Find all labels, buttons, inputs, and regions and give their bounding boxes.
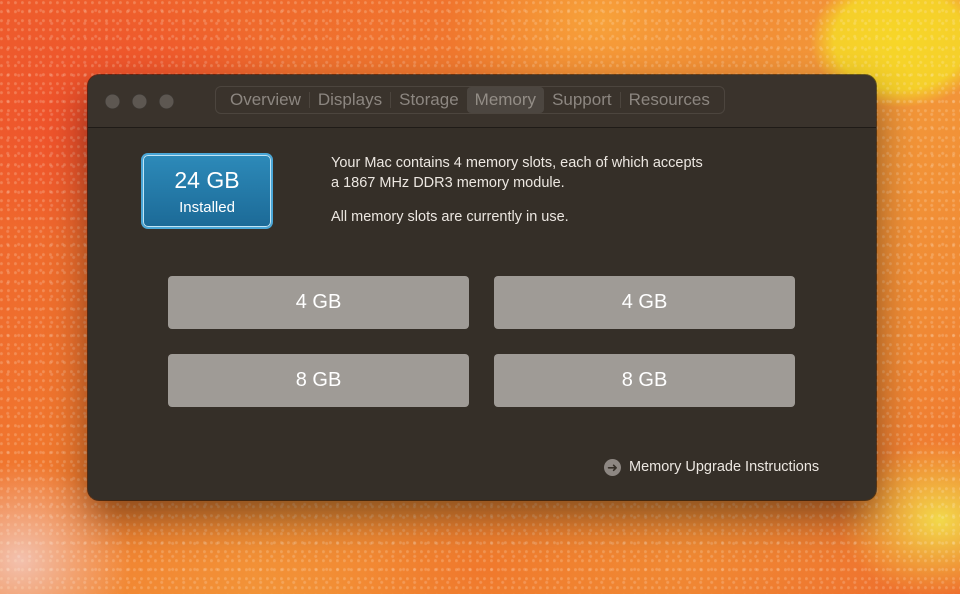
- tab-bar: Overview Displays Storage Memory Support…: [215, 86, 725, 114]
- window-titlebar: Overview Displays Storage Memory Support…: [88, 75, 876, 128]
- tab-overview[interactable]: Overview: [222, 87, 309, 113]
- tab-support[interactable]: Support: [544, 87, 620, 113]
- installed-memory-label: Installed: [179, 199, 235, 216]
- about-this-mac-window: Overview Displays Storage Memory Support…: [88, 75, 876, 500]
- memory-upgrade-link[interactable]: ➜ Memory Upgrade Instructions: [604, 456, 819, 478]
- memory-slot-2: 4 GB: [494, 276, 795, 329]
- memory-status-text: All memory slots are currently in use.: [331, 209, 569, 225]
- memory-upgrade-label[interactable]: Memory Upgrade Instructions: [629, 459, 819, 475]
- installed-memory-size: 24 GB: [174, 167, 240, 193]
- minimize-button[interactable]: [132, 94, 147, 109]
- memory-slot-4: 8 GB: [494, 354, 795, 407]
- zoom-button[interactable]: [159, 94, 174, 109]
- desktop-wallpaper: Overview Displays Storage Memory Support…: [0, 0, 960, 594]
- memory-description-line-1: Your Mac contains 4 memory slots, each o…: [331, 155, 703, 171]
- memory-slot-1: 4 GB: [168, 276, 469, 329]
- memory-description-line-2: a 1867 MHz DDR3 memory module.: [331, 175, 565, 191]
- tab-memory[interactable]: Memory: [466, 87, 545, 113]
- installed-memory-badge: 24 GB Installed: [143, 155, 271, 227]
- memory-slot-3: 8 GB: [168, 354, 469, 407]
- arrow-right-circle-icon: ➜: [604, 458, 621, 476]
- tab-resources[interactable]: Resources: [621, 87, 718, 113]
- tab-displays[interactable]: Displays: [310, 87, 390, 113]
- close-button[interactable]: [105, 94, 120, 109]
- tab-storage[interactable]: Storage: [391, 87, 467, 113]
